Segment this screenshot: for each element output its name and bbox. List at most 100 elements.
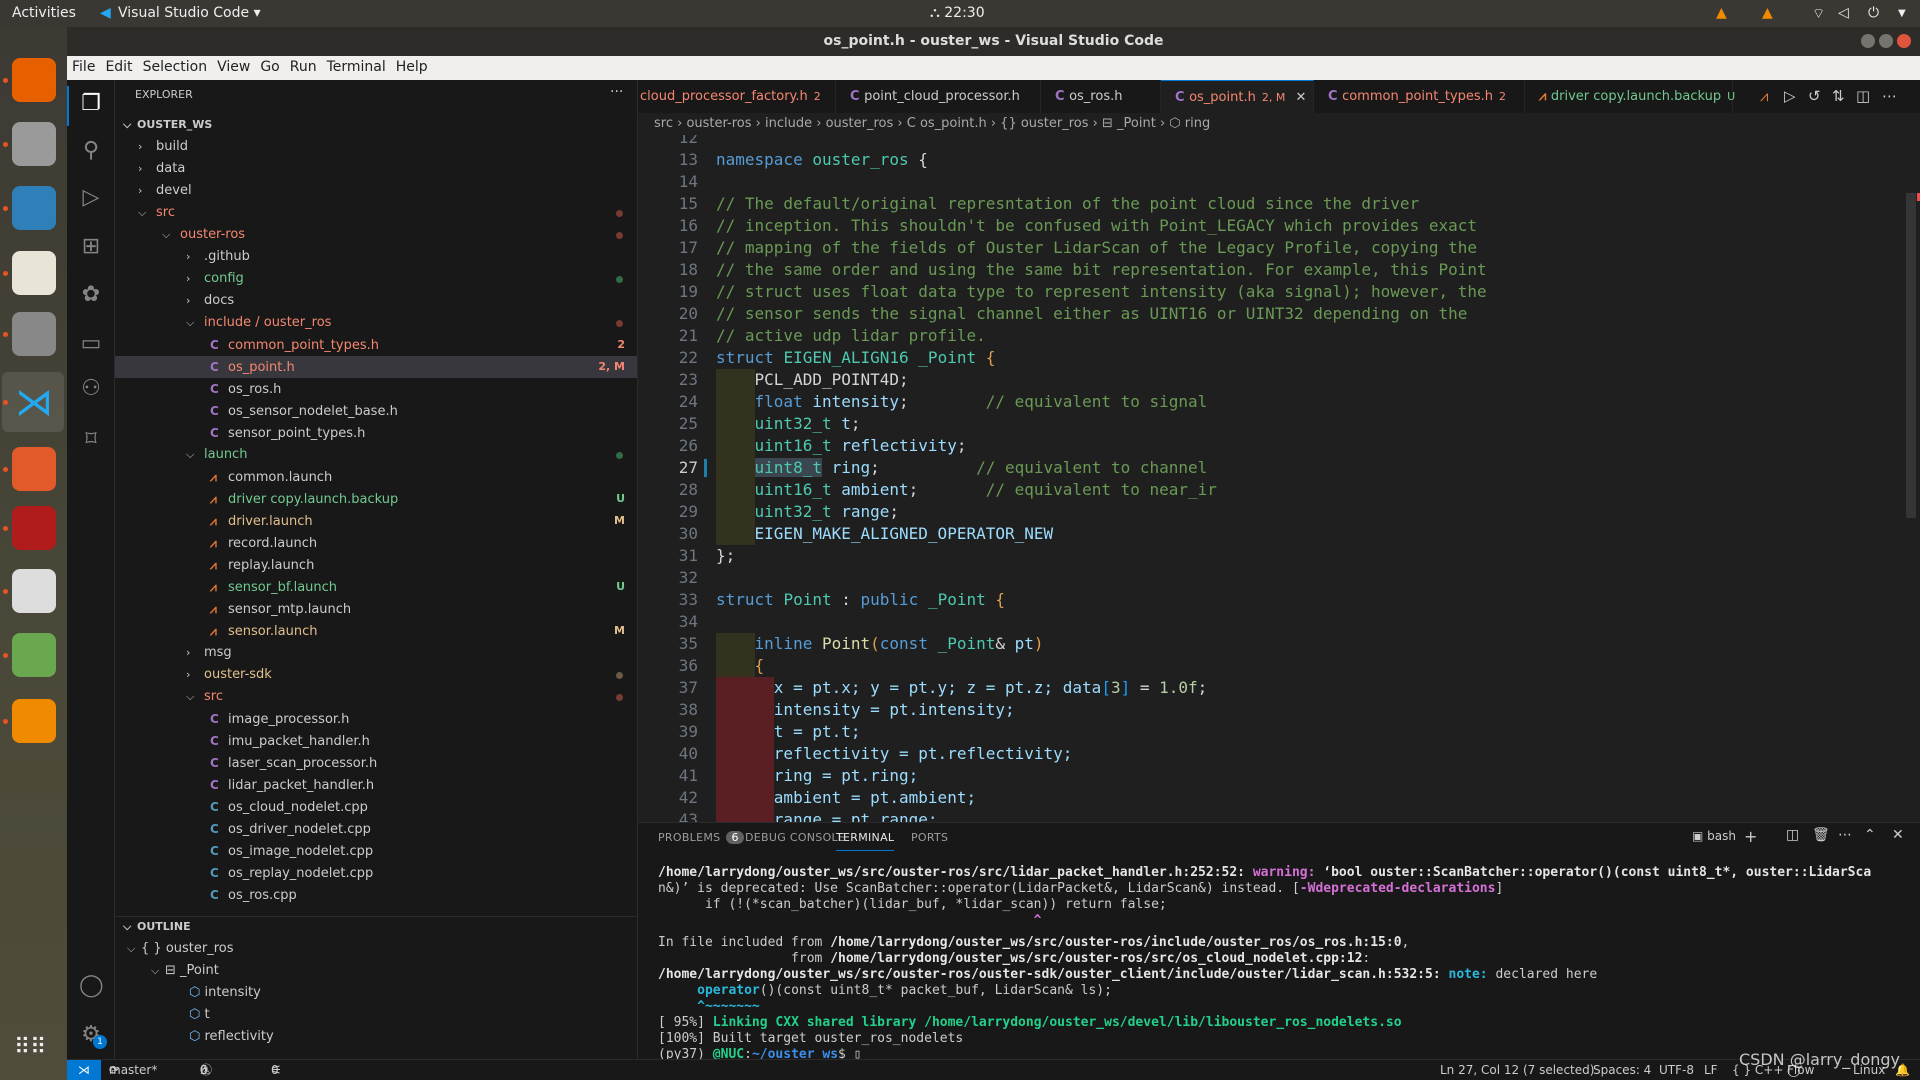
terminal-shell-selector[interactable]: ▣ bash bbox=[1692, 829, 1736, 843]
maximize-button[interactable] bbox=[1879, 34, 1893, 48]
dock-vlc-icon[interactable] bbox=[12, 699, 56, 743]
dock-shutter-icon[interactable] bbox=[12, 186, 56, 230]
menu-file[interactable]: File bbox=[67, 56, 100, 75]
tree-item[interactable]: › data bbox=[115, 158, 637, 180]
tree-item[interactable]: › docs bbox=[115, 290, 637, 312]
terminal-output[interactable]: /home/larrydong/ouster_ws/src/ouster-ros… bbox=[658, 865, 1908, 1063]
encoding[interactable]: UTF-8 bbox=[1659, 1060, 1694, 1080]
split-terminal-icon[interactable]: ◫ bbox=[1786, 827, 1799, 843]
tree-item[interactable]: Cos_cloud_nodelet.cpp bbox=[115, 796, 637, 818]
show-applications-icon[interactable]: ⠿⠿ bbox=[14, 1035, 46, 1060]
end-of-line[interactable]: LF bbox=[1704, 1060, 1718, 1080]
folders-icon[interactable]: ▭ bbox=[79, 332, 103, 356]
panel-tab-debug-console[interactable]: DEBUG CONSOLE bbox=[745, 831, 845, 844]
split-editor-icon[interactable]: ◫ bbox=[1856, 87, 1870, 105]
explorer-icon[interactable]: ❐ bbox=[79, 92, 103, 116]
tree-item[interactable]: ⌵ src bbox=[115, 686, 637, 708]
outline-item[interactable]: ⌵ { } ouster_ros bbox=[115, 938, 637, 960]
menu-go[interactable]: Go bbox=[255, 56, 284, 75]
volume-icon[interactable]: ◁ bbox=[1838, 5, 1849, 21]
source-control-face-icon[interactable]: ⚇ bbox=[79, 377, 103, 401]
maximize-panel-icon[interactable]: ⌃ bbox=[1864, 827, 1876, 843]
app-menu[interactable]: Visual Studio Code ▾ bbox=[118, 5, 261, 21]
close-panel-icon[interactable]: ✕ bbox=[1892, 827, 1904, 843]
panel-more-icon[interactable]: ⋯ bbox=[1838, 827, 1852, 843]
dock-firefox-icon[interactable] bbox=[12, 58, 56, 102]
dock-text-editor-icon[interactable] bbox=[12, 251, 56, 295]
tree-item[interactable]: › ouster-sdk bbox=[115, 664, 637, 686]
close-window-button[interactable] bbox=[1897, 34, 1911, 48]
dock-rviz-icon[interactable] bbox=[12, 569, 56, 613]
tree-item[interactable]: ⩘ sensor.launch M bbox=[115, 620, 637, 642]
tree-item[interactable]: › build bbox=[115, 136, 637, 158]
editor-tab[interactable]: ⩘ driver copy.launch.backup U bbox=[1525, 80, 1735, 113]
editor-tab[interactable]: C os_point.h 2, M ✕ bbox=[1161, 80, 1314, 113]
breadcrumb-item[interactable]: include bbox=[765, 116, 812, 131]
new-terminal-icon[interactable]: + bbox=[1744, 827, 1757, 846]
editor-tab[interactable]: C point_cloud_processor.h bbox=[836, 80, 1041, 113]
vlc-tray-icon[interactable]: ▲ bbox=[1716, 5, 1727, 21]
run-icon[interactable]: ▷ bbox=[1784, 87, 1796, 105]
code-editor[interactable]: 12 13 namespace ouster_ros {14 15// The def… bbox=[638, 135, 1920, 822]
breadcrumb-item[interactable]: src bbox=[654, 116, 673, 131]
bookmark-icon[interactable]: ⌑ bbox=[79, 428, 103, 452]
tree-item[interactable]: Cimage_processor.h bbox=[115, 708, 637, 730]
compare-changes-icon[interactable]: ⇅ bbox=[1832, 87, 1845, 105]
outline-item[interactable]: ⬡ reflectivity bbox=[115, 1026, 637, 1048]
menu-edit[interactable]: Edit bbox=[100, 56, 137, 75]
editor-tab[interactable]: cloud_processor_factory.h 2 bbox=[638, 80, 836, 113]
tree-item[interactable]: Csensor_point_types.h bbox=[115, 422, 637, 444]
more-actions-icon[interactable]: ⋯ bbox=[1882, 87, 1897, 105]
tree-item[interactable]: ⩘ driver copy.launch.backup U bbox=[115, 488, 637, 510]
dock-files-cabinet-icon[interactable] bbox=[12, 122, 56, 166]
accounts-icon[interactable]: ◯ bbox=[79, 974, 104, 998]
indentation[interactable]: Spaces: 4 bbox=[1593, 1060, 1651, 1080]
dock-image-viewer-icon[interactable] bbox=[12, 633, 56, 677]
rss-preview-icon[interactable]: ⩘ bbox=[1760, 87, 1768, 105]
tree-item[interactable]: Cos_sensor_nodelet_base.h bbox=[115, 400, 637, 422]
tree-item[interactable]: ⩘ sensor_bf.launch U bbox=[115, 576, 637, 598]
tree-item[interactable]: › devel bbox=[115, 180, 637, 202]
breadcrumb-item[interactable]: {} ouster_ros bbox=[1000, 116, 1088, 131]
tree-item[interactable]: Cos_point.h 2, M bbox=[115, 356, 637, 378]
timeline-icon[interactable]: ↺ bbox=[1808, 87, 1821, 105]
search-icon[interactable]: ⚲ bbox=[79, 139, 103, 163]
menu-run[interactable]: Run bbox=[285, 56, 322, 75]
cursor-position[interactable]: Ln 27, Col 12 (7 selected) bbox=[1440, 1060, 1594, 1080]
breadcrumb-item[interactable]: ⊟ _Point bbox=[1102, 116, 1156, 131]
tree-item[interactable]: Cimu_packet_handler.h bbox=[115, 730, 637, 752]
tree-item[interactable]: Cos_ros.h bbox=[115, 378, 637, 400]
tree-item[interactable]: › .github bbox=[115, 246, 637, 268]
vlc-tray-icon[interactable]: ▲ bbox=[1762, 5, 1773, 21]
tree-item[interactable]: Clidar_packet_handler.h bbox=[115, 774, 637, 796]
dock-system-settings-icon[interactable] bbox=[12, 312, 56, 356]
tree-item[interactable]: ⌵ ouster-ros bbox=[115, 224, 637, 246]
menu-view[interactable]: View bbox=[212, 56, 255, 75]
outline-item[interactable]: ⌵ ⊟ _Point bbox=[115, 960, 637, 982]
tree-item[interactable]: ⩘ sensor_mtp.launch bbox=[115, 598, 637, 620]
clock[interactable]: ⛬ 22:30 bbox=[930, 5, 985, 21]
tree-item[interactable]: ⩘ driver.launch M bbox=[115, 510, 637, 532]
activities-button[interactable]: Activities bbox=[12, 5, 76, 21]
editor-scrollbar-thumb[interactable] bbox=[1906, 193, 1916, 518]
panel-tab-terminal[interactable]: TERMINAL bbox=[836, 831, 895, 851]
workspace-root[interactable]: ⌵ OUSTER_WS bbox=[115, 114, 637, 136]
tree-item[interactable]: Cos_image_nodelet.cpp bbox=[115, 840, 637, 862]
breadcrumb-item[interactable]: ouster_ros bbox=[826, 116, 894, 131]
editor-tab[interactable]: C os_ros.h bbox=[1041, 80, 1161, 113]
wifi-icon[interactable]: ⌔ bbox=[1812, 5, 1825, 23]
menu-help[interactable]: Help bbox=[391, 56, 433, 75]
tree-item[interactable]: Cos_replay_nodelet.cpp bbox=[115, 862, 637, 884]
extensions-icon[interactable]: ⊞ bbox=[79, 235, 103, 259]
editor-tab[interactable]: C common_point_types.h 2 bbox=[1314, 80, 1525, 113]
ros-paw-icon[interactable]: ✿ bbox=[79, 283, 103, 307]
tree-item[interactable]: Cos_ros.cpp bbox=[115, 884, 637, 906]
outline-item[interactable]: ⬡ t bbox=[115, 1004, 637, 1026]
tree-item[interactable]: Claser_scan_processor.h bbox=[115, 752, 637, 774]
dock-terminal-app-icon[interactable] bbox=[12, 506, 56, 550]
tree-item[interactable]: › config bbox=[115, 268, 637, 290]
tree-item[interactable]: ⩘ common.launch bbox=[115, 466, 637, 488]
tree-item[interactable]: ⌵ src bbox=[115, 202, 637, 224]
explorer-more-button[interactable]: ··· bbox=[610, 84, 623, 100]
dock-vscode-icon[interactable]: ⋊ bbox=[12, 380, 56, 424]
